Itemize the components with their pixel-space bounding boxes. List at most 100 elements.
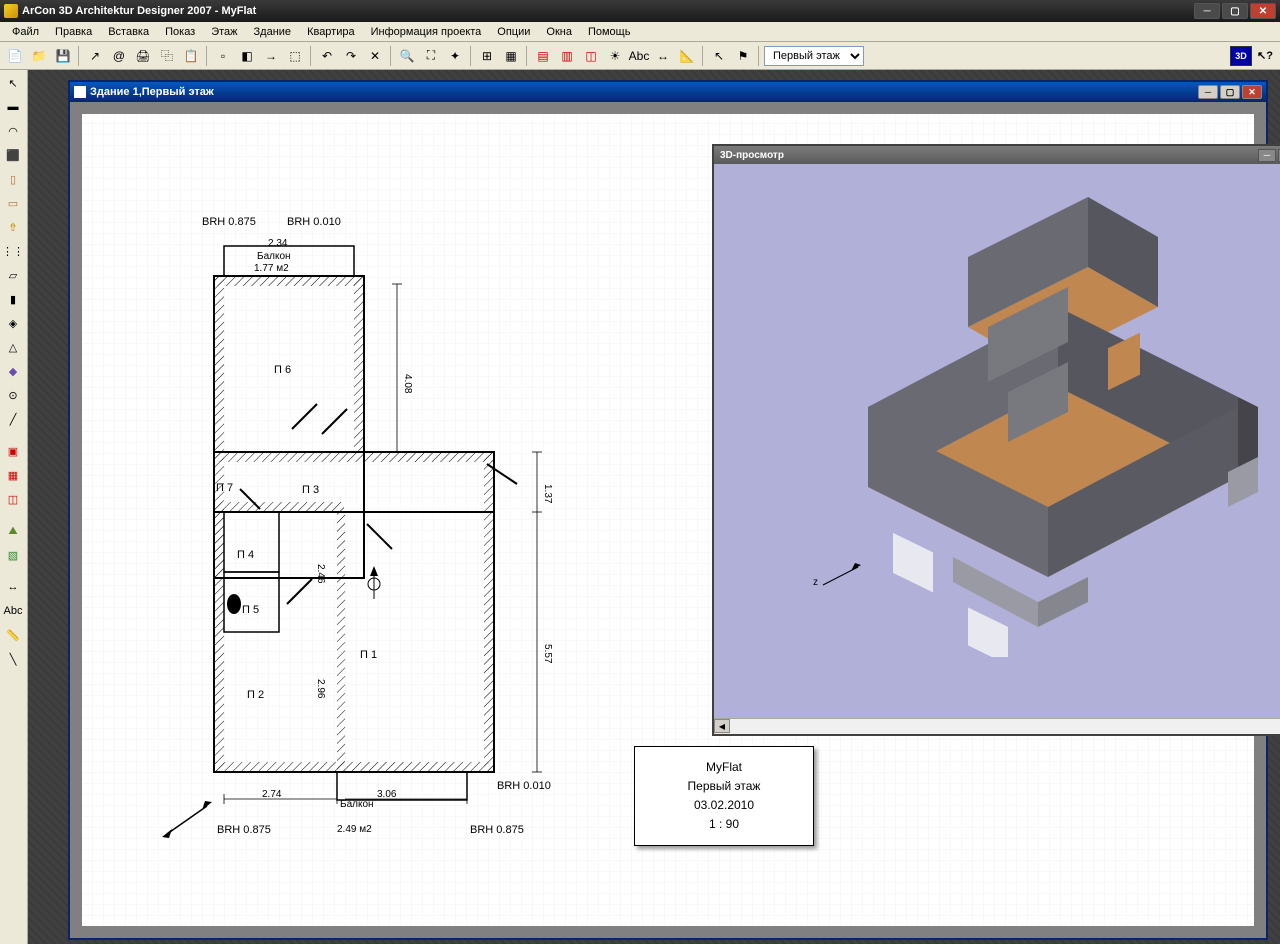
layer3-icon[interactable]: ◫ (580, 45, 602, 67)
zoom-icon[interactable]: 🔍 (396, 45, 418, 67)
info-scale: 1 : 90 (709, 815, 739, 834)
zoom-fit-icon[interactable]: ⛶ (420, 45, 442, 67)
landscape-icon[interactable]: ▧ (2, 544, 24, 566)
point-icon[interactable]: ⊙ (2, 384, 24, 406)
dim-label: 2.46 (315, 564, 326, 583)
drawing-canvas[interactable]: BRH 0.875 BRH 0.010 (70, 102, 1266, 938)
wall-icon[interactable]: ▬ (2, 96, 24, 118)
compass-icon[interactable]: ✦ (444, 45, 466, 67)
door-icon[interactable]: ▯ (2, 168, 24, 190)
stairs-icon[interactable]: ⇮ (2, 216, 24, 238)
balcony-top-label: Балкон (257, 251, 291, 262)
menu-help[interactable]: Помощь (580, 24, 639, 40)
floor-icon[interactable]: ▱ (2, 264, 24, 286)
print-icon[interactable]: 🖨 (132, 45, 154, 67)
redo-icon[interactable]: ↷ (340, 45, 362, 67)
dimension-icon[interactable]: ↔ (2, 576, 24, 598)
terrain-icon[interactable]: ⛰ (2, 520, 24, 542)
brh-label: BRH 0.875 (217, 824, 271, 836)
badge-3d[interactable]: 3D (1230, 46, 1252, 66)
text-tool-icon[interactable]: Abc (2, 600, 24, 622)
save-icon[interactable]: 💾 (52, 45, 74, 67)
close-button[interactable]: ✕ (1250, 3, 1276, 19)
ruler-icon[interactable]: 📏 (2, 624, 24, 646)
dim-label: 3.06 (377, 789, 396, 800)
tool-2-icon[interactable]: ◧ (236, 45, 258, 67)
balcony-top-area: 1.77 м2 (254, 263, 289, 274)
doc-minimize-button[interactable]: ─ (1198, 85, 1218, 99)
open-icon[interactable]: 📁 (28, 45, 50, 67)
furniture-icon[interactable]: ◆ (2, 360, 24, 382)
tool-3-icon[interactable]: → (260, 45, 282, 67)
email-icon[interactable]: @ (108, 45, 130, 67)
3d-render-icon: z (758, 177, 1278, 657)
app-icon (4, 4, 18, 18)
dim-icon[interactable]: ↔ (652, 45, 674, 67)
arc-wall-icon[interactable]: ◠ (2, 120, 24, 142)
doc-maximize-button[interactable]: ▢ (1220, 85, 1240, 99)
tool-1-icon[interactable]: ▫ (212, 45, 234, 67)
wall2-icon[interactable]: ⬛ (2, 144, 24, 166)
left-toolbar: ↖ ▬ ◠ ⬛ ▯ ▭ ⇮ ⋮⋮ ▱ ▮ ◈ △ ◆ ⊙ ╱ ▣ ▦ ◫ ⛰ ▧… (0, 70, 28, 944)
3dobj-icon[interactable]: ◈ (2, 312, 24, 334)
room-label-p6: П 6 (274, 364, 291, 376)
scroll-track[interactable] (730, 719, 1280, 734)
roof-icon[interactable]: △ (2, 336, 24, 358)
minimize-button[interactable]: ─ (1194, 3, 1220, 19)
undo-icon[interactable]: ↶ (316, 45, 338, 67)
menu-building[interactable]: Здание (246, 24, 300, 40)
line-icon[interactable]: ╱ (2, 408, 24, 430)
layer2-icon[interactable]: ▥ (556, 45, 578, 67)
info-date: 03.02.2010 (694, 796, 754, 815)
text-icon[interactable]: Abc (628, 45, 650, 67)
export-icon[interactable]: ↗ (84, 45, 106, 67)
menu-view[interactable]: Показ (157, 24, 203, 40)
new-icon[interactable]: 📄 (4, 45, 26, 67)
floor-select[interactable]: Первый этаж (764, 46, 864, 66)
doc-close-button[interactable]: ✕ (1242, 85, 1262, 99)
main-toolbar: 📄 📁 💾 ↗ @ 🖨 ⿻ 📋 ▫ ◧ → ⬚ ↶ ↷ ✕ 🔍 ⛶ ✦ ⊞ ▦ … (0, 42, 1280, 70)
toolbar-separator (526, 46, 528, 66)
maximize-button[interactable]: ▢ (1222, 3, 1248, 19)
menu-windows[interactable]: Окна (538, 24, 580, 40)
window-icon[interactable]: ▭ (2, 192, 24, 214)
delete-icon[interactable]: ✕ (364, 45, 386, 67)
measure-icon[interactable]: 📐 (676, 45, 698, 67)
brh-label: BRH 0.010 (497, 780, 551, 792)
scroll-left-icon[interactable]: ◀ (714, 719, 730, 733)
aux-line-icon[interactable]: ╲ (2, 648, 24, 670)
preview-scrollbar[interactable]: ◀ ▶ (714, 718, 1280, 734)
pointer-icon[interactable]: ↖ (2, 72, 24, 94)
menu-insert[interactable]: Вставка (100, 24, 157, 40)
menu-project-info[interactable]: Информация проекта (363, 24, 490, 40)
grid-icon[interactable]: ⊞ (476, 45, 498, 67)
flag-icon[interactable]: ⚑ (732, 45, 754, 67)
sun-icon[interactable]: ☀ (604, 45, 626, 67)
railing-icon[interactable]: ⋮⋮ (2, 240, 24, 262)
room-label-p3: П 3 (302, 484, 319, 496)
document-title: Здание 1,Первый этаж (90, 86, 1198, 98)
preview-minimize-button[interactable]: ─ (1258, 149, 1276, 162)
paste-icon[interactable]: 📋 (180, 45, 202, 67)
menu-edit[interactable]: Правка (47, 24, 100, 40)
menu-options[interactable]: Опции (489, 24, 538, 40)
copy-icon[interactable]: ⿻ (156, 45, 178, 67)
dim-label: 2.96 (315, 679, 326, 698)
menu-floor[interactable]: Этаж (203, 24, 245, 40)
context-help-icon[interactable]: ↖? (1254, 45, 1276, 67)
tool-4-icon[interactable]: ⬚ (284, 45, 306, 67)
preview-3d-viewport[interactable]: z (714, 164, 1280, 718)
document-titlebar[interactable]: Здание 1,Первый этаж ─ ▢ ✕ (70, 82, 1266, 102)
red-tool2-icon[interactable]: ▦ (2, 464, 24, 486)
pillar-icon[interactable]: ▮ (2, 288, 24, 310)
red-tool3-icon[interactable]: ◫ (2, 488, 24, 510)
menu-file[interactable]: Файл (4, 24, 47, 40)
red-tool1-icon[interactable]: ▣ (2, 440, 24, 462)
layer1-icon[interactable]: ▤ (532, 45, 554, 67)
grid2-icon[interactable]: ▦ (500, 45, 522, 67)
dim-label: 2.74 (262, 789, 281, 800)
pointer2-icon[interactable]: ↖ (708, 45, 730, 67)
preview-titlebar[interactable]: 3D-просмотр ─ ▢ ✕ (714, 146, 1280, 164)
document-window: Здание 1,Первый этаж ─ ▢ ✕ BRH 0.875 BRH… (68, 80, 1268, 940)
menu-apartment[interactable]: Квартира (299, 24, 363, 40)
